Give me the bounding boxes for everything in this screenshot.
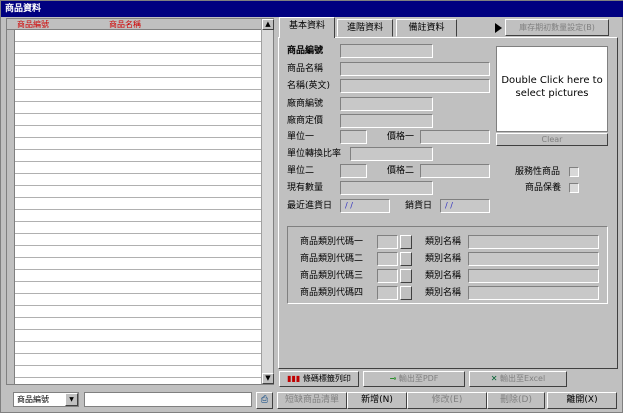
product-name-label: 商品名稱 xyxy=(287,64,324,74)
price1-label: 價格一 xyxy=(387,132,415,142)
row-indicator-column xyxy=(7,30,15,384)
category-code-label-3: 商品類別代碼三 xyxy=(300,271,364,281)
column-header-product-name[interactable]: 商品名稱 xyxy=(109,19,141,30)
export-excel-button[interactable]: ✕ 輸出至Excel xyxy=(469,371,567,387)
category-name-label-2: 類別名稱 xyxy=(425,254,462,264)
name-english-label: 名稱(英文) xyxy=(287,81,331,91)
pdf-plug-icon: ⊸ xyxy=(389,374,397,383)
sale-date-label: 銷貨日 xyxy=(405,201,433,211)
category-name-field-3[interactable] xyxy=(468,269,599,283)
picture-box[interactable]: Double Click here to select pictures xyxy=(496,46,608,132)
stock-field[interactable] xyxy=(340,181,433,195)
category-name-label-3: 類別名稱 xyxy=(425,271,462,281)
chevron-down-icon[interactable]: ▼ xyxy=(65,393,78,406)
barcode-label-print-button[interactable]: ▮▮▮ 條碼標籤列印 xyxy=(279,371,359,387)
last-in-date-label: 最近進貨日 xyxy=(287,201,333,211)
edit-button[interactable]: 修改(E) xyxy=(407,392,487,409)
print-icon[interactable]: ⎙ xyxy=(256,392,273,409)
search-field-select[interactable]: 商品編號 ▼ xyxy=(13,392,79,407)
barcode-label-print-label: 條碼標籤列印 xyxy=(302,374,351,383)
last-in-date-field[interactable]: / / xyxy=(340,199,390,213)
picture-hint: Double Click here to select pictures xyxy=(501,75,603,99)
product-code-field[interactable] xyxy=(340,44,433,58)
window-title: 商品資料 xyxy=(1,1,623,17)
export-pdf-label: 輸出至PDF xyxy=(398,374,439,383)
grid-header: 商品編號 商品名稱 xyxy=(7,19,261,30)
column-header-product-code[interactable]: 商品編號 xyxy=(17,19,49,30)
name-english-field[interactable] xyxy=(340,79,490,93)
scroll-up-button[interactable]: ▲ xyxy=(262,19,274,30)
category-name-field-1[interactable] xyxy=(468,235,599,249)
add-button[interactable]: 新增(N) xyxy=(347,392,407,409)
arrow-right-icon xyxy=(495,23,502,33)
category-code-field-2[interactable] xyxy=(377,252,398,266)
unit-ratio-label: 單位轉換比率 xyxy=(287,149,342,159)
category-name-field-4[interactable] xyxy=(468,286,599,300)
vendor-price-label: 廠商定價 xyxy=(287,116,324,126)
export-pdf-button[interactable]: ⊸ 輸出至PDF xyxy=(363,371,465,387)
product-name-field[interactable] xyxy=(340,62,490,76)
export-excel-label: 輸出至Excel xyxy=(500,374,546,383)
service-item-checkbox[interactable] xyxy=(569,167,579,177)
excel-icon: ✕ xyxy=(490,374,498,383)
category-code-label-1: 商品類別代碼一 xyxy=(300,237,364,247)
warranty-label: 商品保養 xyxy=(525,183,562,193)
clear-picture-button[interactable]: Clear xyxy=(496,133,608,146)
search-input[interactable] xyxy=(84,392,252,407)
main-window: 商品資料 商品編號 商品名稱 ▲ ▼ 商品編號 ▼ ⎙ 基本資料 進階資料 備註… xyxy=(0,0,623,413)
category-code-field-4[interactable] xyxy=(377,286,398,300)
unit2-field[interactable] xyxy=(340,164,367,178)
price1-field[interactable] xyxy=(420,130,490,144)
tab-advanced-info[interactable]: 進階資料 xyxy=(337,19,393,37)
vendor-price-field[interactable] xyxy=(340,114,433,128)
shortage-list-button[interactable]: 短缺商品清單 xyxy=(277,392,347,409)
category-code-field-3[interactable] xyxy=(377,269,398,283)
delete-button[interactable]: 刪除(D) xyxy=(487,392,545,409)
product-grid[interactable]: 商品編號 商品名稱 ▲ ▼ xyxy=(6,18,274,385)
service-item-label: 服務性商品 xyxy=(515,167,561,177)
tab-basic-info[interactable]: 基本資料 xyxy=(279,17,335,38)
exit-button[interactable]: 離開(X) xyxy=(547,392,617,409)
vendor-code-label: 廠商編號 xyxy=(287,99,324,109)
grid-rows[interactable] xyxy=(15,30,261,384)
category-code-field-1[interactable] xyxy=(377,235,398,249)
category-code-label-4: 商品類別代碼四 xyxy=(300,288,364,298)
sale-date-field[interactable]: / / xyxy=(440,199,490,213)
category-code-label-2: 商品類別代碼二 xyxy=(300,254,364,264)
price2-field[interactable] xyxy=(420,164,490,178)
category-lookup-button-1[interactable] xyxy=(400,235,412,249)
category-lookup-button-4[interactable] xyxy=(400,286,412,300)
unit-ratio-field[interactable] xyxy=(350,147,433,161)
tab-notes[interactable]: 備註資料 xyxy=(396,19,457,37)
scroll-down-button[interactable]: ▼ xyxy=(262,373,274,384)
category-lookup-button-3[interactable] xyxy=(400,269,412,283)
product-code-label: 商品編號 xyxy=(287,46,324,56)
vendor-code-field[interactable] xyxy=(340,97,433,111)
category-name-label-1: 類別名稱 xyxy=(425,237,462,247)
category-name-label-4: 類別名稱 xyxy=(425,288,462,298)
category-name-field-2[interactable] xyxy=(468,252,599,266)
opening-stock-button[interactable]: 庫存期初數量設定(B) xyxy=(505,19,609,36)
grid-vertical-scrollbar[interactable]: ▲ ▼ xyxy=(261,19,274,384)
search-field-selected: 商品編號 xyxy=(17,395,49,404)
warranty-checkbox[interactable] xyxy=(569,183,579,193)
unit1-field[interactable] xyxy=(340,130,367,144)
price2-label: 價格二 xyxy=(387,166,415,176)
unit2-label: 單位二 xyxy=(287,166,315,176)
unit1-label: 單位一 xyxy=(287,132,315,142)
barcode-icon: ▮▮▮ xyxy=(287,374,301,383)
category-lookup-button-2[interactable] xyxy=(400,252,412,266)
stock-label: 現有數量 xyxy=(287,183,324,193)
